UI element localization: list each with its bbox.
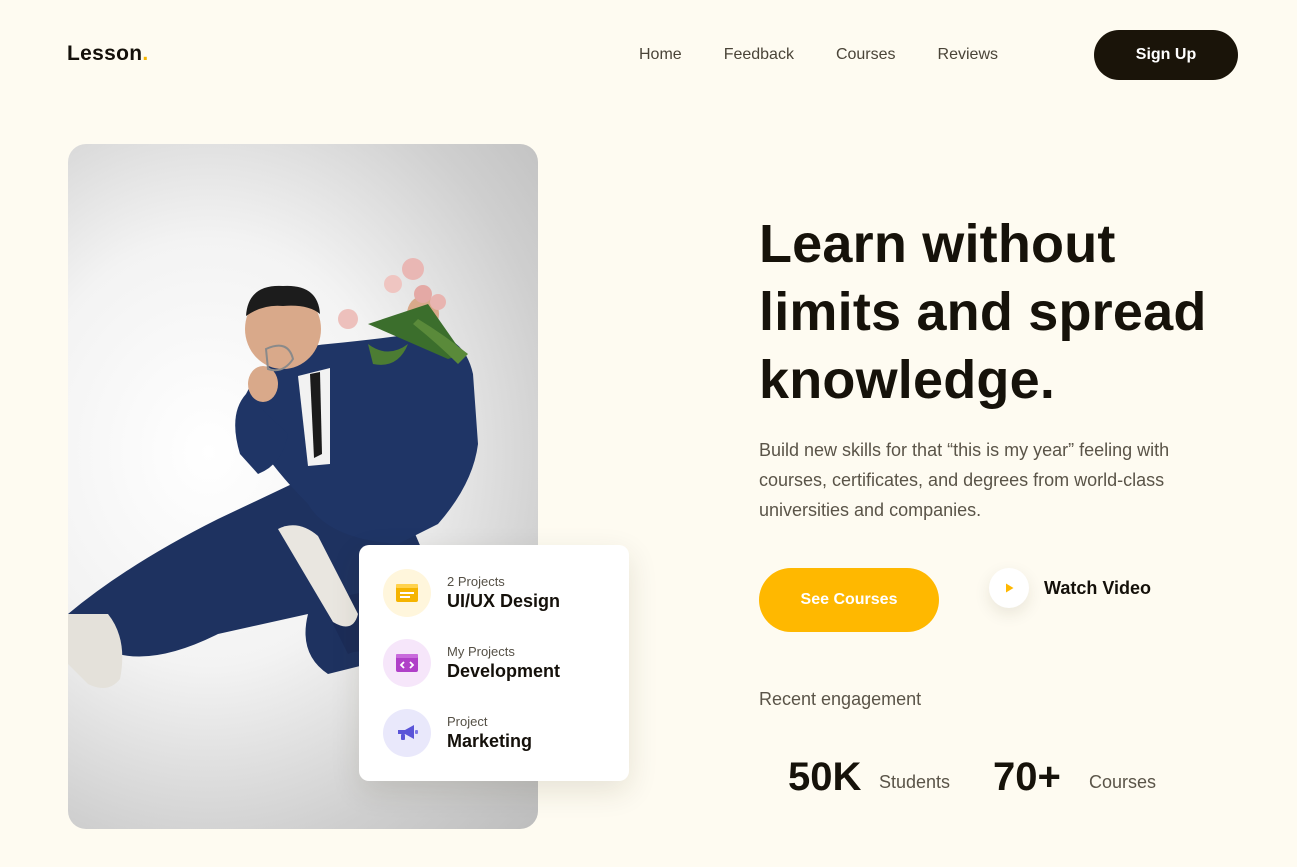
headline-line-2: limits and spread (759, 282, 1207, 342)
project-development-sub: My Projects (447, 644, 515, 659)
project-development[interactable]: My Projects Development (383, 639, 629, 687)
watch-video-label: Watch Video (1044, 577, 1152, 598)
hero-headline: Learn without limits and spread knowledg… (759, 210, 1259, 414)
project-uiux-count: 2 Projects (447, 574, 505, 589)
window-icon (383, 569, 431, 617)
brand-logo[interactable]: Lesson. (67, 42, 148, 66)
brand-dot: . (142, 42, 149, 65)
landing-page: Lesson. Home Feedback Courses Reviews Si… (0, 0, 1297, 867)
project-uiux[interactable]: 2 Projects UI/UX Design (383, 569, 629, 617)
main-nav: Home Feedback Courses Reviews (639, 45, 1040, 65)
project-marketing-title: Marketing (447, 731, 533, 751)
project-uiux-title: UI/UX Design (447, 591, 561, 611)
headline-line-1: Learn without (759, 214, 1116, 274)
engagement-label: Recent engagement (759, 689, 922, 709)
nav-courses[interactable]: Courses (836, 45, 896, 65)
hero-description: Build new skills for that “this is my ye… (759, 440, 1170, 520)
courses-label: Courses (1089, 772, 1157, 792)
see-courses-button[interactable]: See Courses (759, 568, 939, 632)
code-icon (383, 639, 431, 687)
students-count: 50K (788, 755, 862, 799)
nav-reviews[interactable]: Reviews (938, 45, 998, 65)
project-marketing[interactable]: Project Marketing (383, 709, 629, 757)
megaphone-icon (383, 709, 431, 757)
play-icon[interactable] (989, 568, 1029, 608)
nav-home[interactable]: Home (639, 45, 682, 65)
headline-line-3: knowledge. (759, 350, 1056, 410)
courses-count: 70+ (993, 755, 1061, 799)
nav-feedback[interactable]: Feedback (724, 45, 794, 65)
project-development-title: Development (447, 661, 561, 681)
watch-video-button[interactable]: Watch Video (989, 568, 1151, 608)
brand-name: Lesson (67, 42, 143, 65)
students-label: Students (879, 772, 951, 792)
sign-up-button[interactable]: Sign Up (1094, 30, 1238, 80)
project-marketing-sub: Project (447, 714, 488, 729)
projects-card: 2 Projects UI/UX Design My Projects Deve… (359, 545, 629, 781)
